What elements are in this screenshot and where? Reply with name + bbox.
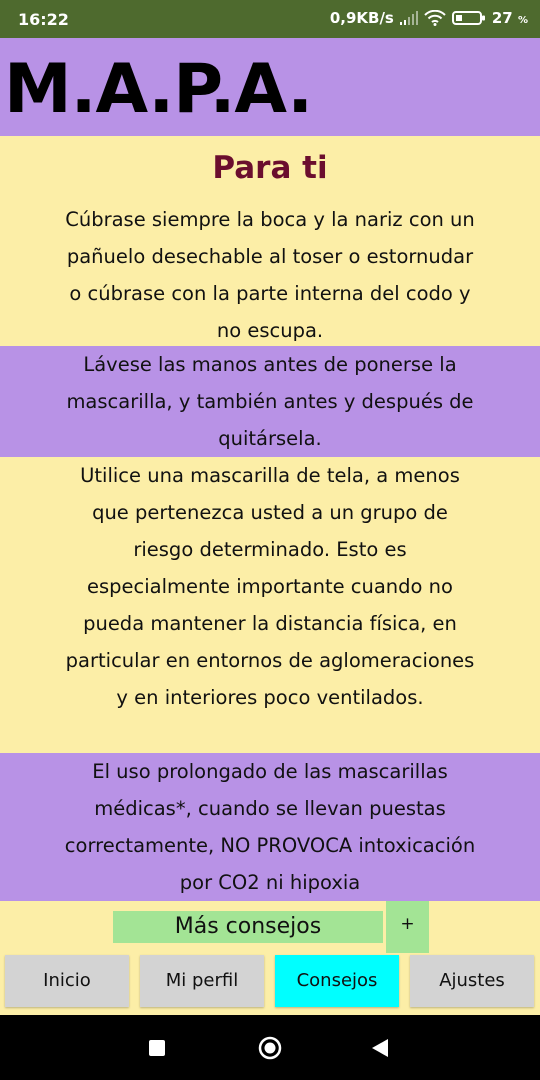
- status-indicators: 0,9KB/s 27 %: [330, 9, 528, 27]
- recents-icon[interactable]: [149, 1040, 165, 1061]
- tip-card: Utilice una mascarilla de tela, a menos …: [0, 457, 540, 753]
- section-title: Para ti: [212, 150, 328, 186]
- app-title: M.A.P.A.: [4, 50, 313, 129]
- more-tips-button[interactable]: Más consejos: [113, 911, 383, 943]
- plus-button[interactable]: +: [386, 901, 429, 953]
- back-icon[interactable]: [372, 1039, 388, 1062]
- home-icon[interactable]: [258, 1036, 282, 1065]
- status-bar: 16:22 0,9KB/s 27 %: [0, 0, 540, 38]
- tip-card: Lávese las manos antes de ponerse la mas…: [0, 346, 540, 457]
- status-time: 16:22: [18, 10, 69, 29]
- system-navigation-bar: [0, 1015, 540, 1080]
- battery-percentage: 27 %: [491, 9, 528, 27]
- app-header: M.A.P.A.: [0, 38, 540, 136]
- wifi-icon: [424, 10, 446, 26]
- tip-card: El uso prolongado de las mascarillas méd…: [0, 753, 540, 901]
- nav-tab-inicio[interactable]: Inicio: [5, 955, 129, 1007]
- nav-tab-mi-perfil[interactable]: Mi perfil: [140, 955, 264, 1007]
- nav-tab-ajustes[interactable]: Ajustes: [410, 955, 534, 1007]
- network-speed: 0,9KB/s: [329, 9, 394, 27]
- signal-icon: [399, 11, 418, 25]
- tip-card: Cúbrase siempre la boca y la nariz con u…: [0, 201, 540, 346]
- battery-icon: [451, 10, 486, 26]
- nav-tab-consejos[interactable]: Consejos: [275, 955, 399, 1007]
